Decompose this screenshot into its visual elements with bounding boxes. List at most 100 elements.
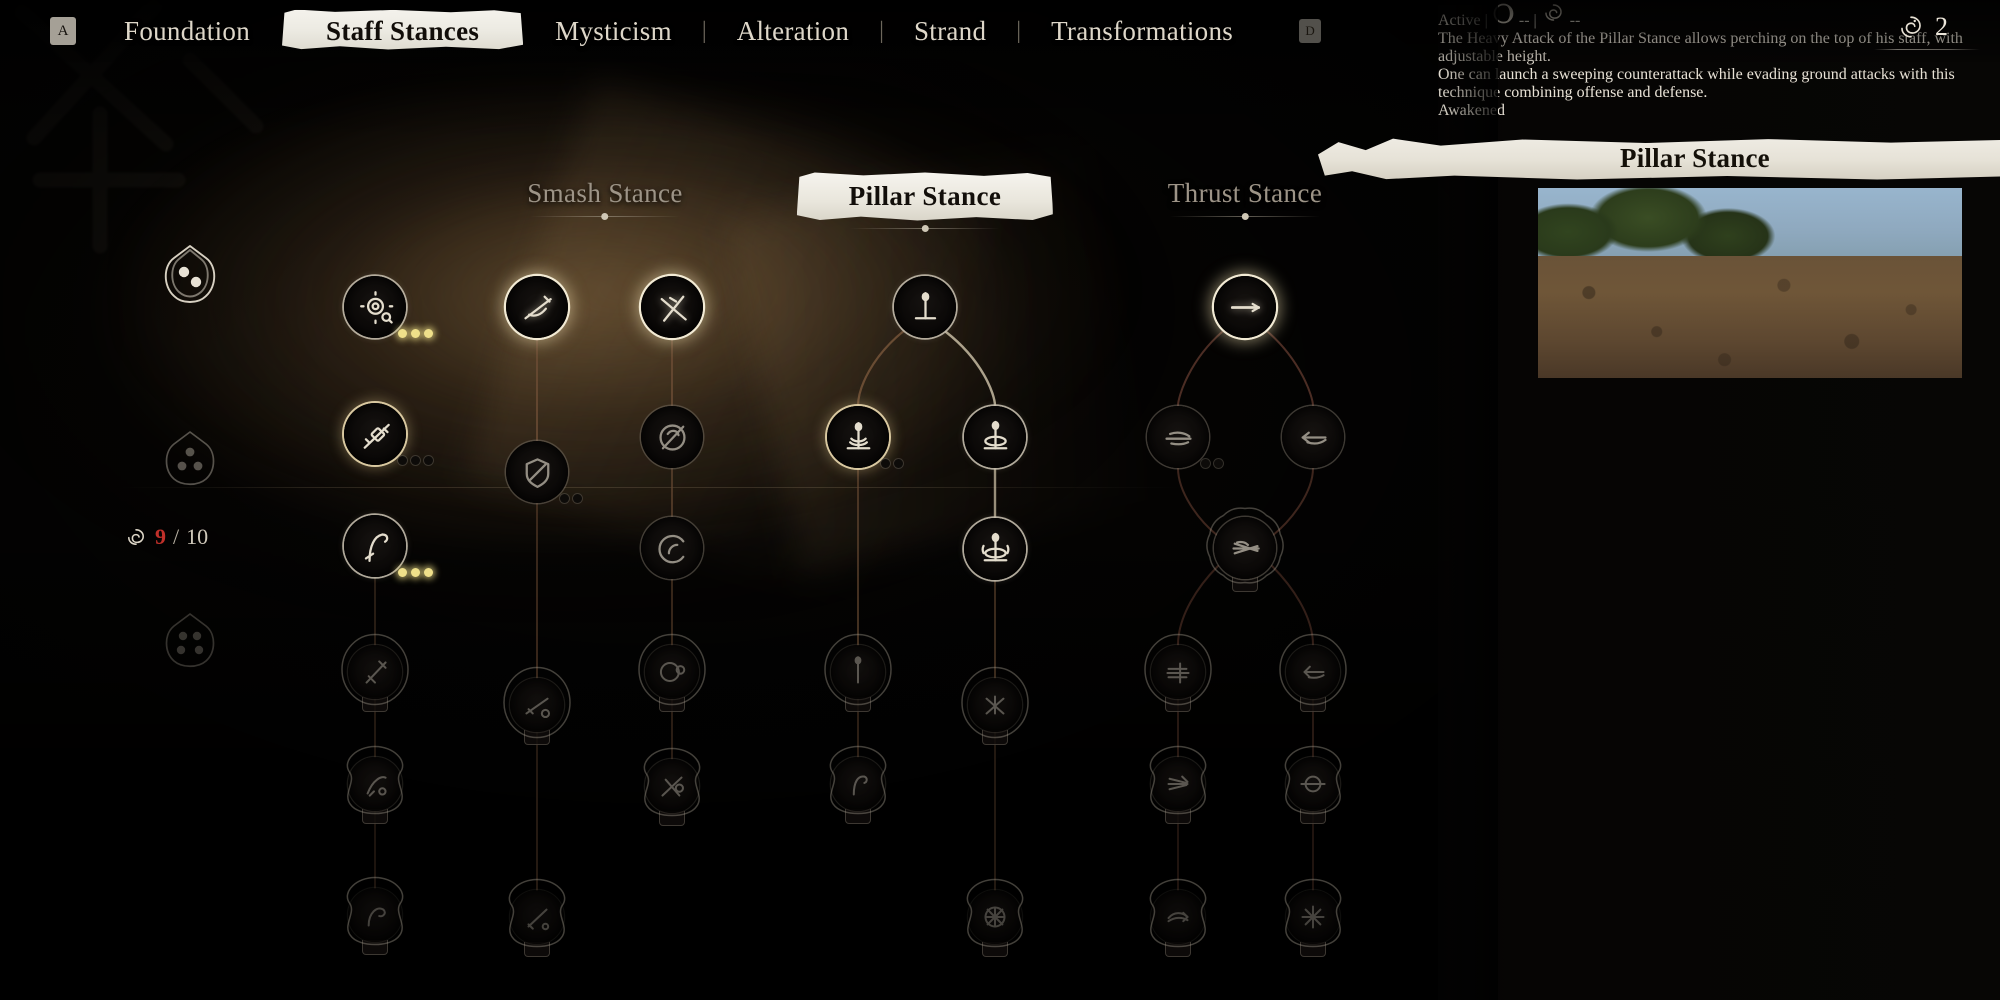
skill-node-n7[interactable]: [506, 276, 568, 338]
skill-node-n33[interactable]: [1284, 878, 1342, 957]
skill-node-n2[interactable]: [344, 403, 433, 465]
skill-node-rank-pip: [1214, 459, 1223, 468]
detail-title-text: Pillar Stance: [1620, 142, 1770, 173]
skill-node-disc: [1214, 276, 1276, 338]
skill-node-n19[interactable]: [964, 518, 1026, 580]
skill-node-n9[interactable]: [503, 666, 571, 745]
skill-node-frame: [501, 665, 573, 746]
tab-strand[interactable]: Strand: [888, 10, 1012, 53]
wave-crescent-icon: [657, 534, 684, 563]
skill-node-frame: [1277, 744, 1349, 825]
nav-separator: |: [879, 17, 884, 44]
skill-node-rank-pip: [424, 568, 433, 577]
spirit-swirl-icon: [128, 529, 144, 545]
rank-badge-tier-3[interactable]: [153, 606, 227, 680]
skill-node-rank-pip: [424, 456, 433, 465]
tab-staff-stances-label: Staff Stances: [326, 15, 480, 46]
skill-points-max: 10: [186, 524, 209, 549]
skill-node-n26[interactable]: [1282, 406, 1344, 468]
skill-node-disc: [964, 406, 1026, 468]
skill-node-disc: [1282, 406, 1344, 468]
slash-circle-icon: [658, 423, 686, 451]
skill-node-frame: [636, 632, 708, 713]
skill-node-n28[interactable]: [1144, 633, 1212, 712]
awaken-button[interactable]: Awakened: [1438, 102, 2000, 120]
skill-node-rank-pip: [398, 456, 407, 465]
skill-node-n30[interactable]: [1149, 745, 1207, 824]
skill-node-n11[interactable]: [641, 276, 703, 338]
skill-node-disc: [964, 518, 1026, 580]
tab-mysticism[interactable]: Mysticism: [529, 10, 698, 53]
stance-column-smash[interactable]: Smash Stance: [527, 178, 683, 220]
skill-node-n24[interactable]: [1214, 276, 1276, 338]
skill-node-n20[interactable]: [824, 633, 892, 712]
staff-angled-icon: [363, 423, 390, 449]
skill-node-frame: [1142, 744, 1214, 825]
pillar-spin-icon: [983, 420, 1007, 449]
skill-node-n18[interactable]: [964, 406, 1026, 468]
skill-node-disc: [641, 517, 703, 579]
skill-node-n10[interactable]: [508, 878, 566, 957]
skill-node-n22[interactable]: [829, 745, 887, 824]
skill-node-rank-pip: [881, 459, 890, 468]
skill-node-n1[interactable]: [344, 276, 433, 338]
nav-tab-list: Foundation Staff Stances Mysticism | Alt…: [98, 8, 1322, 55]
skill-node-rank-pip: [573, 494, 582, 503]
spirit-point-value: 2: [1935, 12, 1948, 41]
skill-node-n14[interactable]: [638, 633, 706, 712]
skill-node-n6[interactable]: [346, 876, 404, 955]
skill-node-n31[interactable]: [1284, 745, 1342, 824]
skill-node-n4[interactable]: [341, 633, 409, 712]
skill-node-n13[interactable]: [641, 517, 703, 579]
stance-column-rule: [530, 213, 680, 220]
skill-node-disc: [506, 441, 568, 503]
nav-separator: |: [1016, 17, 1022, 44]
rank-badge-tier-1[interactable]: [153, 240, 227, 314]
skill-node-rank-pips: [560, 494, 582, 503]
skill-detail-panel: Pillar Stance Active | -- | -- The Heavy…: [1318, 0, 2000, 1000]
skill-node-n5[interactable]: [346, 745, 404, 824]
skill-node-n23[interactable]: [966, 878, 1024, 957]
skill-node-n12[interactable]: [641, 406, 703, 468]
tab-transformations[interactable]: Transformations: [1025, 10, 1259, 53]
skill-node-n29[interactable]: [1279, 633, 1347, 712]
skill-node-rank-pips: [1201, 459, 1223, 468]
skill-node-frame: [959, 877, 1031, 958]
stance-column-smash-label: Smash Stance: [527, 178, 683, 208]
skill-node-n27[interactable]: [1206, 507, 1284, 592]
skill-node-disc: [1147, 406, 1209, 468]
skill-node-n21[interactable]: [961, 666, 1029, 745]
pillar-top-icon: [914, 291, 936, 319]
shield-staff-icon: [525, 457, 549, 488]
tab-staff-stances[interactable]: Staff Stances: [282, 8, 524, 55]
key-hint-a-badge: A: [50, 17, 76, 45]
stance-column-pillar[interactable]: Pillar Stance: [797, 172, 1053, 232]
skill-node-n17[interactable]: [827, 406, 903, 468]
skill-node-n3[interactable]: [344, 515, 433, 577]
rank-badge-tier-2[interactable]: [153, 424, 227, 498]
stance-column-dot: [921, 225, 929, 232]
spirit-swirl-icon: [1901, 16, 1921, 38]
skill-node-n16[interactable]: [894, 276, 956, 338]
tab-alteration[interactable]: Alteration: [711, 10, 875, 53]
skill-node-frame: [822, 632, 894, 713]
skill-node-frame: [339, 744, 411, 825]
skill-node-n15[interactable]: [643, 747, 701, 826]
skill-node-rank-pip: [560, 494, 569, 503]
skill-description-paragraph-2: One can launch a sweeping counterattack …: [1438, 66, 1955, 101]
pillar-base-icon: [846, 421, 870, 449]
stance-column-thrust[interactable]: Thrust Stance: [1168, 178, 1322, 220]
skill-node-n25[interactable]: [1147, 406, 1223, 468]
skill-node-rank-pips: [398, 329, 433, 338]
skill-node-disc: [641, 406, 703, 468]
skill-node-rank-pip: [411, 568, 420, 577]
detail-title-banner: Pillar Stance: [1318, 136, 2000, 180]
skill-node-rank-pip: [411, 456, 420, 465]
skill-node-disc: [827, 406, 889, 468]
skill-node-n8[interactable]: [506, 441, 582, 503]
skill-node-rank-pip: [424, 329, 433, 338]
skill-preview-video[interactable]: [1538, 188, 1962, 378]
skill-node-disc: [344, 276, 406, 338]
skill-node-n32[interactable]: [1149, 878, 1207, 957]
tab-foundation[interactable]: Foundation: [98, 10, 276, 53]
